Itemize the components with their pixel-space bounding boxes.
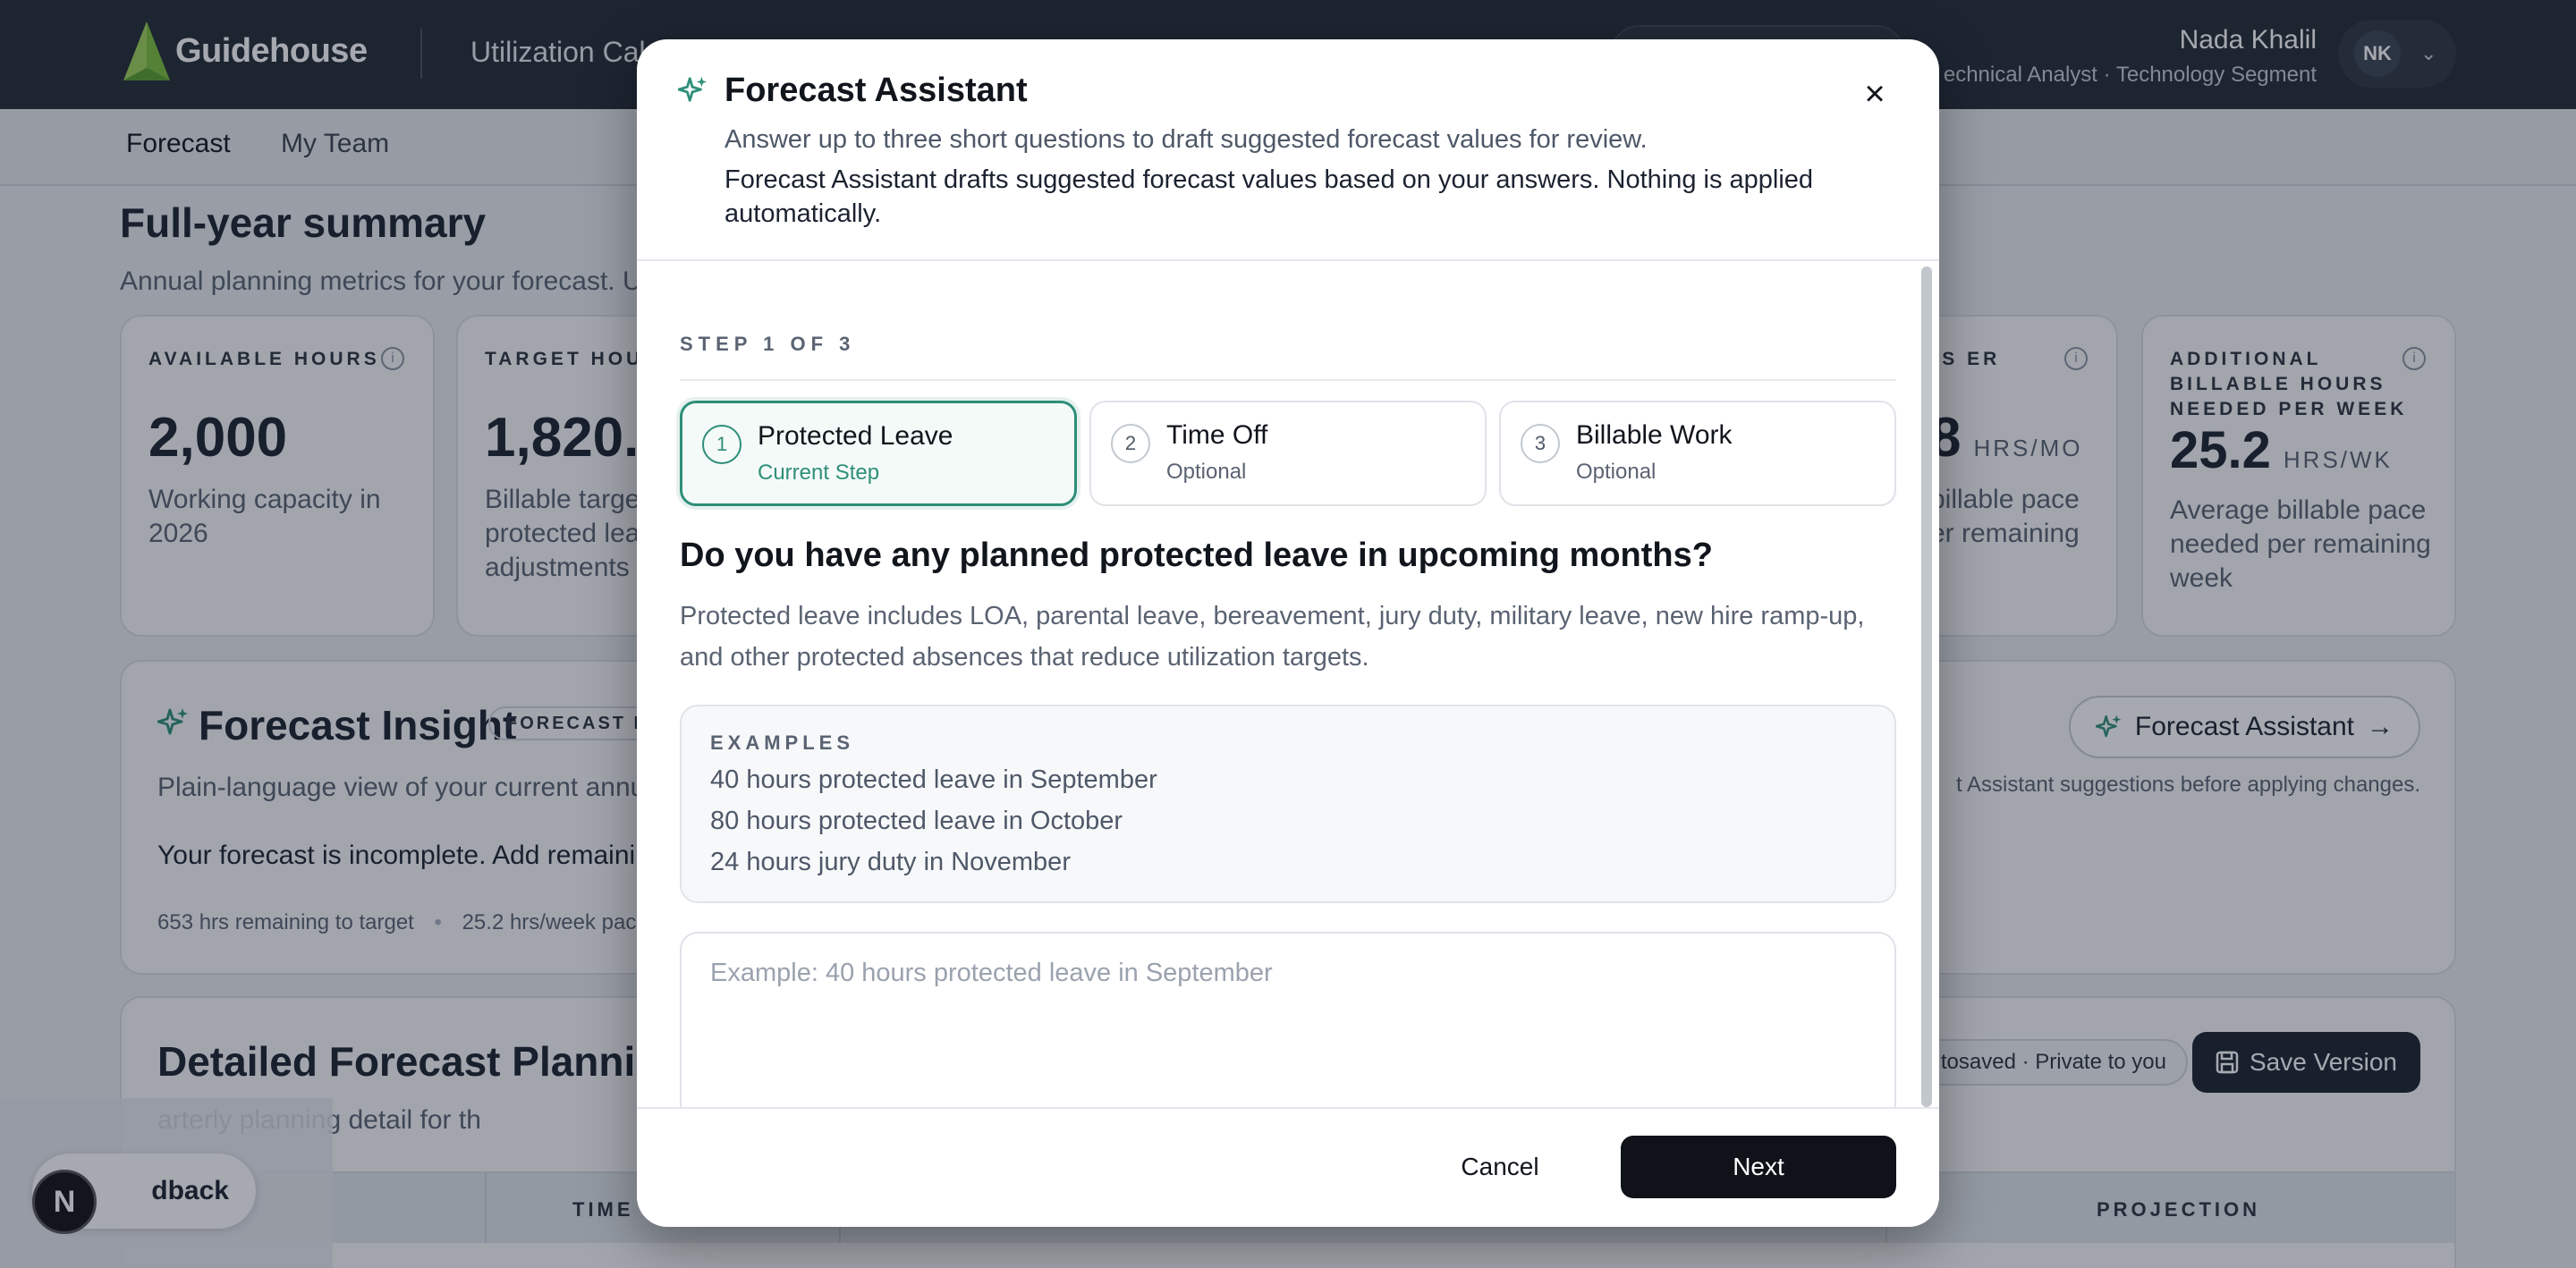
close-icon[interactable]: × [1859,76,1891,112]
question-title: Do you have any planned protected leave … [680,537,1713,574]
step-divider [680,379,1896,381]
dialog-body: STEP 1 OF 3 1 Protected Leave Current St… [637,261,1939,1107]
step-status: Optional [1576,460,1657,484]
step-number: 3 [1521,424,1560,463]
step-title: Billable Work [1576,420,1733,450]
step-status: Current Step [758,461,880,485]
next-button[interactable]: Next [1621,1136,1896,1198]
examples-box: EXAMPLES 40 hours protected leave in Sep… [680,705,1896,903]
example-item: 24 hours jury duty in November [710,848,1071,876]
step-protected-leave[interactable]: 1 Protected Leave Current Step [680,401,1077,506]
step-title: Time Off [1166,420,1268,450]
step-status: Optional [1166,460,1247,484]
dialog-title: Forecast Assistant [724,72,1028,109]
step-billable-work[interactable]: 3 Billable Work Optional [1499,401,1896,506]
step-indicator: STEP 1 OF 3 [680,333,856,355]
example-item: 40 hours protected leave in September [710,765,1157,794]
example-item: 80 hours protected leave in October [710,807,1123,835]
footer-divider [637,1107,1939,1109]
forecast-assistant-dialog: Forecast Assistant × Answer up to three … [637,39,1939,1227]
dialog-note: Forecast Assistant drafts suggested fore… [724,165,1814,228]
protected-leave-answer-input[interactable] [680,932,1896,1107]
step-number: 1 [702,425,741,464]
step-number: 2 [1111,424,1150,463]
step-time-off[interactable]: 2 Time Off Optional [1089,401,1487,506]
dialog-scrollbar[interactable] [1921,266,1932,1107]
dialog-subtitle: Answer up to three short questions to dr… [724,125,1648,154]
step-title: Protected Leave [758,421,953,451]
scrollbar-thumb[interactable] [1921,266,1932,1107]
sparkle-icon [678,76,708,102]
examples-label: EXAMPLES [710,731,855,754]
cancel-button[interactable]: Cancel [1415,1136,1585,1198]
question-description: Protected leave includes LOA, parental l… [680,602,1865,672]
